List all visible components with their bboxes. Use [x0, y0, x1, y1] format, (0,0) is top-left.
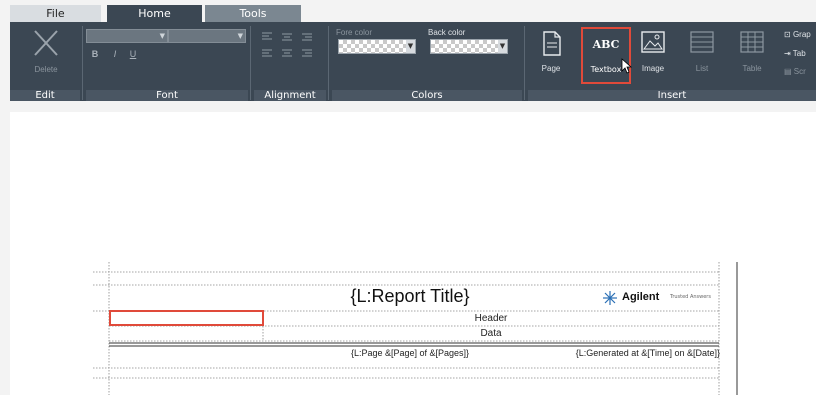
- back-color-picker[interactable]: ▼: [430, 39, 508, 54]
- chevron-down-icon: ▼: [406, 40, 415, 53]
- ribbon: Delete Edit ▼ ▼ B I U Font Alignment For…: [10, 22, 816, 101]
- abc-icon: ABC: [592, 38, 620, 51]
- image-label: Image: [641, 64, 665, 73]
- separator: [524, 26, 525, 100]
- group-label-insert: Insert: [528, 90, 816, 101]
- page-footer-field[interactable]: {L:Page &[Page] of &[Pages]}: [310, 348, 510, 358]
- graph-label: Grap: [792, 30, 811, 39]
- table-label: Table: [742, 64, 762, 73]
- page-icon: [543, 31, 561, 56]
- generated-footer-field[interactable]: {L:Generated at &[Time] on &[Date]}: [550, 348, 720, 358]
- delete-button[interactable]: [32, 28, 60, 66]
- insert-scr-button[interactable]: ▤ Scr: [784, 67, 816, 76]
- report-title[interactable]: {L:Report Title}: [310, 286, 510, 307]
- bold-button[interactable]: B: [90, 49, 100, 59]
- group-label-edit: Edit: [10, 90, 80, 101]
- font-size-dropdown[interactable]: ▼: [168, 29, 246, 43]
- page-label: Page: [541, 64, 561, 73]
- header-field[interactable]: Header: [263, 313, 719, 324]
- tab-home[interactable]: Home: [107, 5, 202, 22]
- report-design-canvas[interactable]: {L:Report Title} Agilent Trusted Answers…: [10, 112, 816, 395]
- agilent-logo: Agilent Trusted Answers: [600, 290, 720, 308]
- alignment-icons[interactable]: [260, 30, 322, 60]
- ribbon-tab-bar: File Home Tools: [0, 0, 816, 22]
- separator: [328, 26, 329, 100]
- list-label: List: [695, 64, 709, 73]
- insert-tab-button[interactable]: ⇥ Tab: [784, 49, 816, 58]
- data-field[interactable]: Data: [263, 328, 719, 339]
- graph-icon: ⊡: [784, 30, 793, 39]
- underline-button[interactable]: U: [128, 49, 138, 59]
- tab-label: Tab: [792, 49, 806, 58]
- insert-graph-button[interactable]: ⊡ Grap: [784, 30, 816, 39]
- delete-icon: [34, 30, 58, 56]
- font-family-dropdown[interactable]: ▼: [86, 29, 168, 43]
- group-label-colors: Colors: [332, 90, 522, 101]
- agilent-logo-text: Agilent: [622, 291, 660, 303]
- insert-textbox-button[interactable]: ABC Textbox: [581, 27, 631, 84]
- agilent-spark-icon: [603, 291, 617, 305]
- agilent-logo-tagline: Trusted Answers: [670, 294, 711, 300]
- scr-label: Scr: [793, 67, 806, 76]
- group-label-font: Font: [86, 90, 248, 101]
- tab-tools[interactable]: Tools: [205, 5, 301, 22]
- chevron-down-icon: ▼: [498, 40, 507, 53]
- mouse-pointer-icon: [621, 58, 633, 74]
- script-icon: ▤: [784, 67, 794, 76]
- fore-color-picker[interactable]: ▼: [338, 39, 416, 54]
- table-icon: [740, 31, 764, 53]
- tab-file[interactable]: File: [10, 5, 101, 22]
- back-color-label: Back color: [428, 28, 466, 37]
- tab-insert-icon: ⇥: [784, 49, 793, 58]
- delete-label: Delete: [34, 65, 58, 74]
- image-icon: [641, 31, 665, 53]
- italic-button[interactable]: I: [110, 49, 120, 59]
- chevron-down-icon: ▼: [159, 32, 165, 40]
- group-label-alignment: Alignment: [254, 90, 326, 101]
- list-icon: [690, 31, 714, 53]
- chevron-down-icon: ▼: [237, 32, 243, 40]
- fore-color-label: Fore color: [336, 28, 373, 37]
- separator: [82, 26, 83, 100]
- separator: [250, 26, 251, 100]
